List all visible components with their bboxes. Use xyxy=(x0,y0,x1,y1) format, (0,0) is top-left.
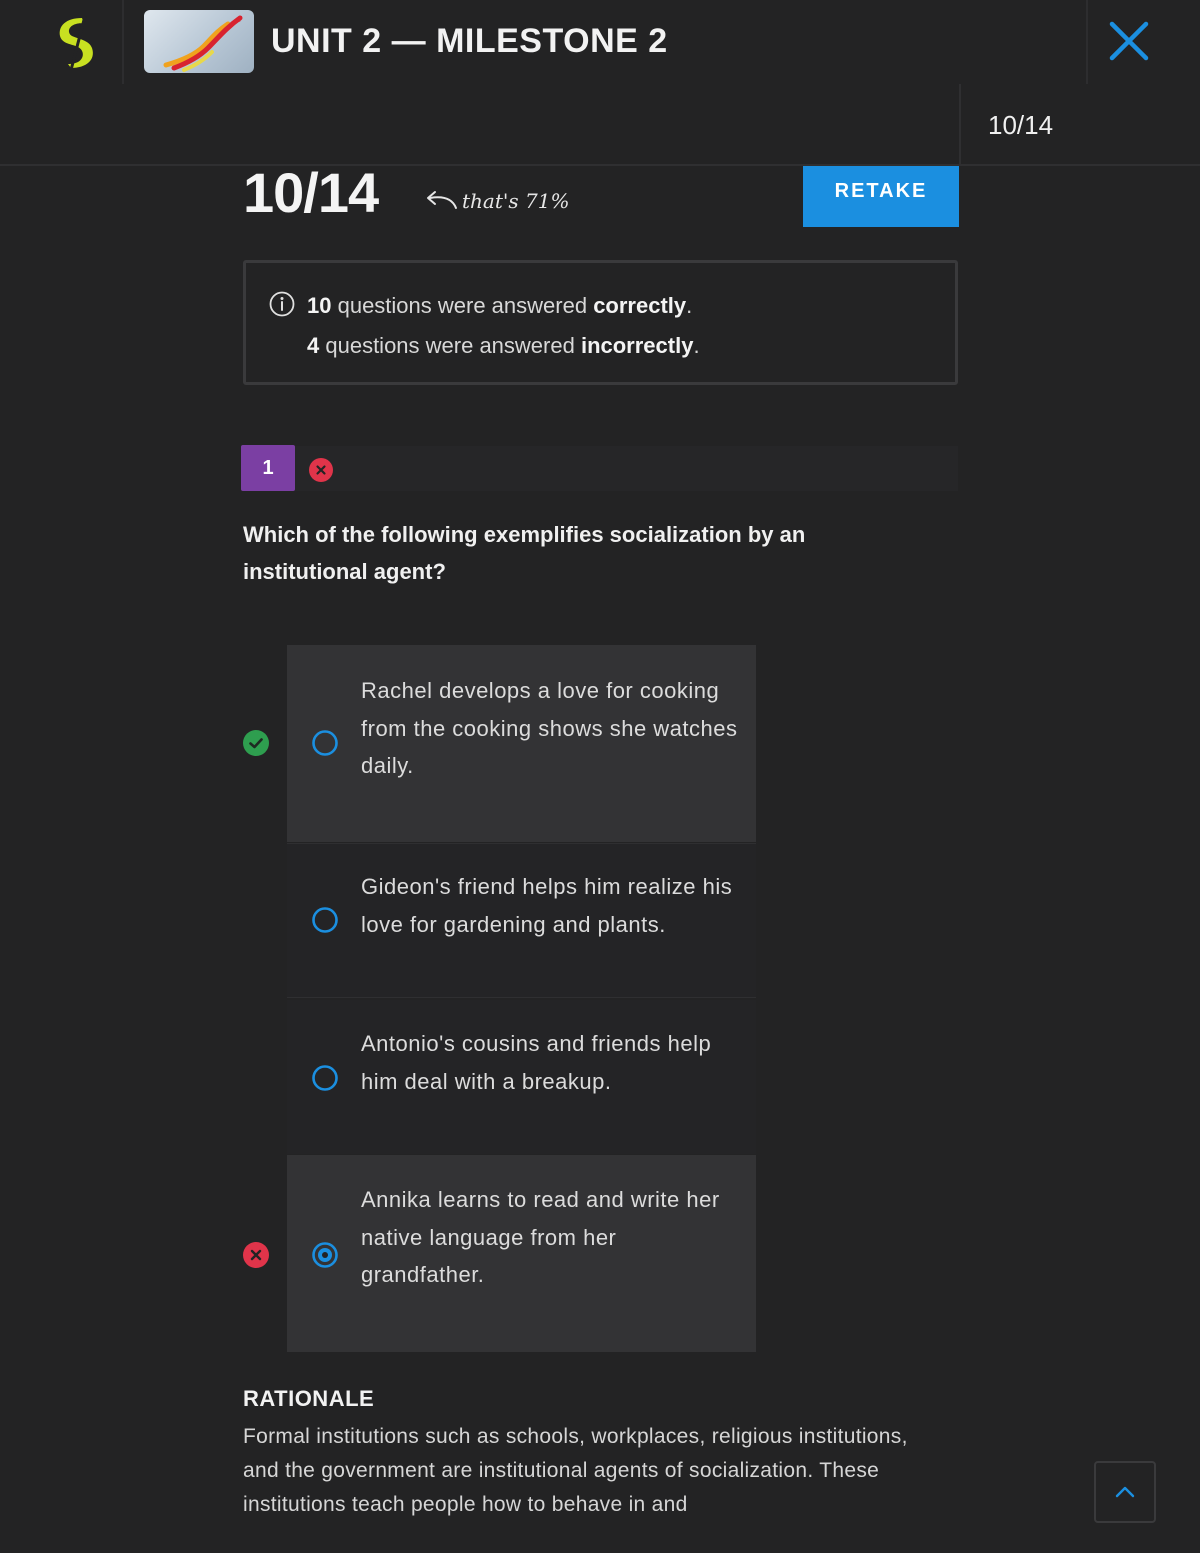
correct-mid-text: questions were answered xyxy=(331,293,594,318)
radio-unselected-icon[interactable] xyxy=(311,1064,339,1092)
curved-arrow-icon xyxy=(427,191,457,209)
top-bar: UNIT 2 — MILESTONE 2 xyxy=(0,0,1200,84)
correct-period: . xyxy=(686,293,693,318)
unit-thumbnail xyxy=(144,10,254,73)
unit-thumbnail-graphic xyxy=(163,15,243,72)
question-text: Which of the following exemplifies socia… xyxy=(243,522,806,584)
answer-text: Annika learns to read and write her nati… xyxy=(361,1187,720,1287)
answer-text: Antonio's cousins and friends help him d… xyxy=(361,1031,712,1094)
unit-title: UNIT 2 — MILESTONE 2 xyxy=(271,22,668,60)
correct-count: 10 xyxy=(307,293,332,318)
scroll-top-button[interactable] xyxy=(1094,1461,1156,1523)
percent-note: that's 71% xyxy=(424,186,569,216)
score-value: 10/14 xyxy=(243,161,379,224)
chevron-up-icon xyxy=(1115,1486,1135,1498)
answer-option-3[interactable]: Antonio's cousins and friends help him d… xyxy=(287,1000,756,1154)
radio-selected-icon[interactable] xyxy=(311,1241,339,1269)
incorrect-period: . xyxy=(693,333,700,358)
app-root: UNIT 2 — MILESTONE 2 10/14 10/14 that's … xyxy=(0,0,1200,1553)
rationale-title: RATIONALE xyxy=(243,1386,375,1411)
rationale-body: Formal institutions such as schools, wor… xyxy=(243,1425,908,1516)
check-circle-icon xyxy=(243,730,269,756)
info-icon xyxy=(269,291,295,317)
retake-button[interactable]: RETAKE xyxy=(803,166,959,227)
question-header-strip xyxy=(243,446,958,491)
radio-unselected-icon[interactable] xyxy=(311,906,339,934)
header-score: 10/14 xyxy=(988,110,1054,140)
progress-divider xyxy=(959,84,961,166)
answer-option-4[interactable]: Annika learns to read and write her nati… xyxy=(287,1155,756,1352)
answer-option-2[interactable]: Gideon's friend helps him realize his lo… xyxy=(287,843,756,998)
incorrect-summary: 4 questions were answered incorrectly. xyxy=(307,333,700,359)
sophia-logo-icon[interactable] xyxy=(52,14,100,70)
incorrect-word: incorrectly xyxy=(580,333,694,358)
header-divider-left xyxy=(122,0,124,84)
percent-text: that's 71% xyxy=(462,189,570,213)
answer-text: Rachel develops a love for cooking from … xyxy=(361,678,738,778)
radio-unselected-icon[interactable] xyxy=(311,729,339,757)
results-summary: 10 questions were answered correctly. 4 … xyxy=(243,260,958,385)
answer-text: Gideon's friend helps him realize his lo… xyxy=(361,874,733,937)
answer-option-1[interactable]: Rachel develops a love for cooking from … xyxy=(287,645,756,842)
close-icon[interactable] xyxy=(1106,18,1152,64)
question-number-badge[interactable]: 1 xyxy=(241,445,295,491)
correct-word: correctly xyxy=(593,293,687,318)
incorrect-mid-text: questions were answered xyxy=(319,333,581,358)
x-circle-icon xyxy=(309,458,333,482)
incorrect-count: 4 xyxy=(307,333,320,358)
x-circle-icon xyxy=(243,1242,269,1268)
header-divider-right xyxy=(1086,0,1088,84)
progress-bar: 10/14 xyxy=(0,84,1200,166)
correct-summary: 10 questions were answered correctly. xyxy=(307,293,692,319)
